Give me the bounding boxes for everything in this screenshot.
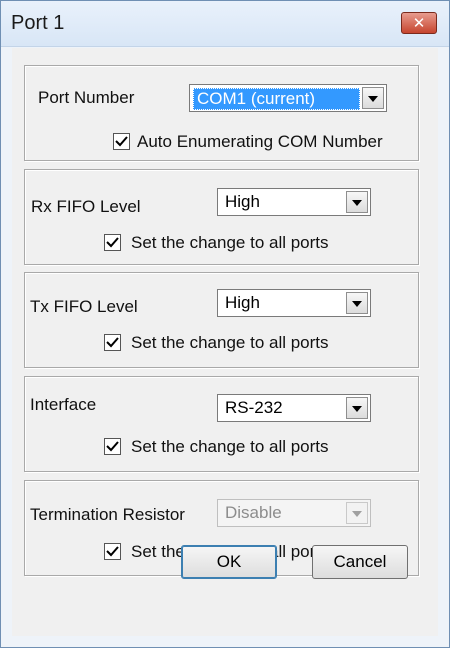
title-bar[interactable]: Port 1 ✕ [1, 1, 449, 47]
rx-apply-all-label[interactable]: Set the change to all ports [131, 233, 329, 253]
port-number-value: COM1 (current) [193, 88, 360, 110]
rx-fifo-value: High [225, 192, 260, 211]
window-title: Port 1 [11, 12, 65, 34]
auto-enumerate-checkbox[interactable] [113, 133, 130, 150]
close-button[interactable]: ✕ [401, 12, 437, 34]
termination-label: Termination Resistor [30, 505, 185, 524]
interface-label: Interface [30, 395, 97, 414]
chevron-down-icon[interactable] [362, 87, 384, 109]
cancel-button[interactable]: Cancel [312, 545, 408, 579]
chevron-down-icon[interactable] [346, 191, 368, 213]
rx-fifo-group: Rx FIFO Level High Set the change to all… [24, 169, 419, 265]
ok-button[interactable]: OK [181, 545, 277, 579]
interface-value: RS-232 [225, 398, 283, 417]
auto-enumerate-label[interactable]: Auto Enumerating COM Number [137, 132, 383, 152]
chevron-down-icon[interactable] [346, 502, 368, 524]
termination-apply-all-checkbox[interactable] [104, 543, 121, 560]
interface-combo[interactable]: RS-232 [217, 394, 371, 422]
interface-group: Interface RS-232 Set the change to all p… [24, 376, 419, 472]
port-number-label: Port Number [38, 88, 135, 107]
termination-value: Disable [225, 503, 282, 522]
interface-apply-all-checkbox[interactable] [104, 438, 121, 455]
tx-apply-all-checkbox[interactable] [104, 334, 121, 351]
rx-fifo-combo[interactable]: High [217, 188, 371, 216]
rx-apply-all-checkbox[interactable] [104, 234, 121, 251]
chevron-down-icon[interactable] [346, 397, 368, 419]
port-number-combo[interactable]: COM1 (current) [189, 84, 387, 112]
tx-fifo-group: Tx FIFO Level High Set the change to all… [24, 272, 419, 368]
chevron-down-icon[interactable] [346, 292, 368, 314]
termination-combo[interactable]: Disable [217, 499, 371, 527]
rx-fifo-label: Rx FIFO Level [31, 197, 141, 216]
port-settings-dialog: Port 1 ✕ Port Number COM1 (current) Auto… [0, 0, 450, 648]
tx-fifo-value: High [225, 293, 260, 312]
tx-fifo-label: Tx FIFO Level [30, 297, 138, 316]
tx-apply-all-label[interactable]: Set the change to all ports [131, 333, 329, 353]
tx-fifo-combo[interactable]: High [217, 289, 371, 317]
close-icon: ✕ [412, 14, 426, 32]
interface-apply-all-label[interactable]: Set the change to all ports [131, 437, 329, 457]
port-number-group: Port Number COM1 (current) Auto Enumerat… [24, 65, 419, 161]
